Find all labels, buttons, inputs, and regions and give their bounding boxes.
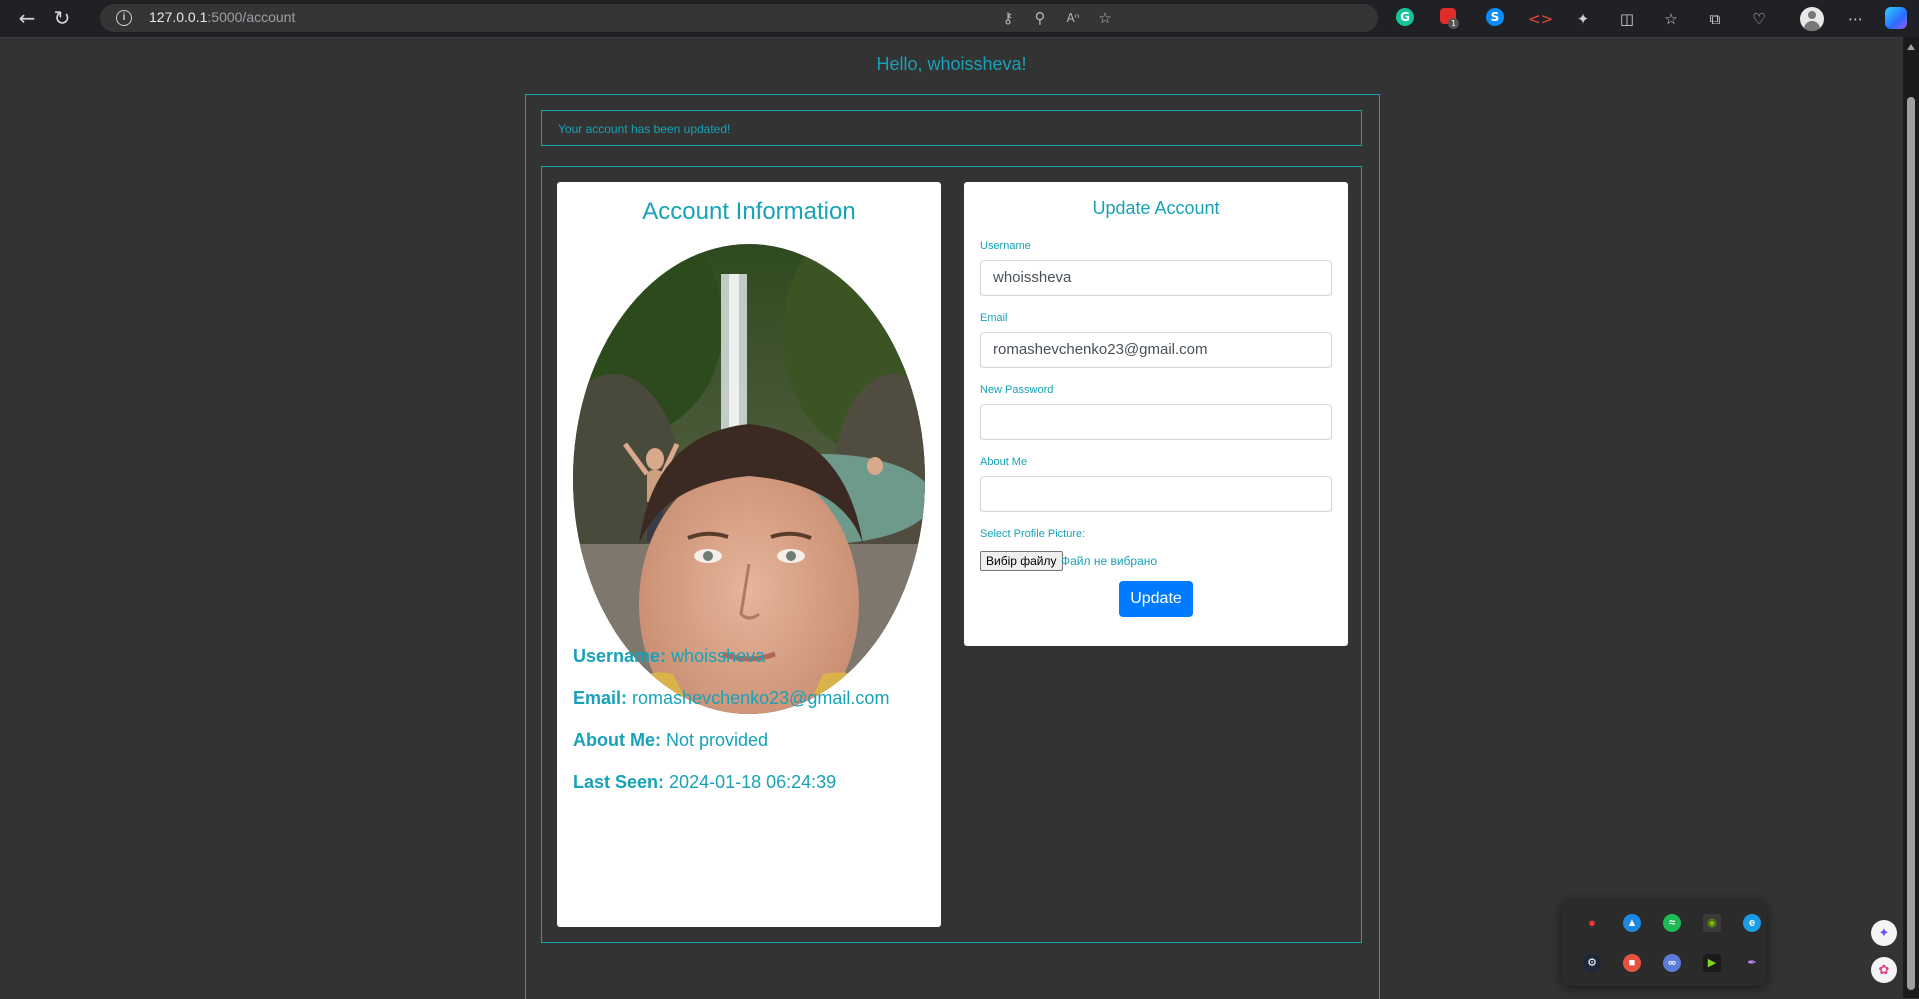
reload-icon[interactable]: ↻ [50,6,74,30]
url-text[interactable]: 127.0.0.1:5000/account [149,9,295,25]
address-bar[interactable]: i 127.0.0.1:5000/account ⚷ ⚲ Aⁿ ☆ [100,4,1378,32]
site-info-icon[interactable]: i [116,10,132,26]
adblock-icon[interactable]: 1 [1440,8,1459,29]
email-label: Email [980,312,1008,324]
info-username: Username: whoissheva [573,646,765,667]
profile-picture-label: Select Profile Picture: [980,528,1086,540]
split-screen-icon[interactable]: ◫ [1616,8,1638,30]
username-input[interactable]: whoissheva [980,260,1332,296]
copilot-icon[interactable] [1885,7,1907,29]
profile-picture [573,244,925,714]
username-label: Username [980,240,1031,252]
browser-toolbar: ← ↻ i 127.0.0.1:5000/account ⚷ ⚲ Aⁿ ☆ G … [0,0,1919,38]
email-input[interactable]: romashevchenko23@gmail.com [980,332,1332,368]
file-status: Файл не вибрано [1061,554,1158,568]
profile-photo [573,244,925,714]
favorite-icon[interactable]: ☆ [1095,8,1115,28]
account-info-card: Account Information Username: whoissheva… [557,182,941,927]
pen-icon[interactable]: ✒ [1743,954,1761,972]
chat-icon[interactable]: ∞ [1663,954,1681,972]
update-account-card: Update Account Username whoissheva Email… [964,182,1348,646]
page-scrollbar[interactable] [1903,37,1919,998]
info-last-seen-label: Last Seen: [573,772,665,792]
steam-icon[interactable]: ⚙ [1583,954,1601,972]
info-username-label: Username: [573,646,667,666]
assistant-icon[interactable]: ✿ [1871,957,1897,983]
favorites-icon[interactable]: ☆ [1660,8,1682,30]
update-account-title: Update Account [1092,198,1220,218]
info-about-label: About Me: [573,730,661,750]
read-aloud-icon[interactable]: Aⁿ [1063,8,1083,28]
info-email: Email: romashevchenko23@gmail.com [573,688,889,709]
app-icon[interactable]: ■ [1623,954,1641,972]
about-me-label: About Me [980,456,1028,468]
drive-icon[interactable]: ▲ [1623,914,1641,932]
choose-file-button[interactable]: Вибір файлу [980,551,1063,571]
key-icon[interactable]: ⚷ [998,8,1018,28]
info-last-seen: Last Seen: 2024-01-18 06:24:39 [573,772,836,793]
info-about: About Me: Not provided [573,730,768,751]
info-email-label: Email: [573,688,628,708]
extension-badge: 1 [1448,18,1459,29]
nvidia-icon[interactable]: ◉ [1703,914,1721,932]
scrollbar-thumb[interactable] [1907,97,1915,990]
info-username-value: whoissheva [671,646,766,666]
about-me-input[interactable] [980,476,1332,512]
info-email-value: romashevchenko23@gmail.com [632,688,890,708]
profile-icon[interactable] [1800,7,1824,31]
media-player-icon[interactable]: ▶ [1703,954,1721,972]
shazam-icon[interactable]: S [1486,8,1504,26]
success-alert: Your account has been updated! [541,110,1362,146]
translate-icon[interactable]: ✦ [1871,920,1897,946]
app-tray: ● ▲ ≈ ◉ e ⚙ ■ ∞ ▶ ✒ [1561,900,1767,986]
greeting: Hello, whoissheva! [876,54,1027,74]
info-last-seen-value: 2024-01-18 06:24:39 [669,772,837,792]
spotify-icon[interactable]: ≈ [1663,914,1681,932]
new-password-label: New Password [980,384,1054,396]
update-button[interactable]: Update [1119,581,1193,617]
collections-icon[interactable]: ⧉ [1704,8,1726,30]
zoom-out-icon[interactable]: ⚲ [1030,8,1050,28]
scroll-up-icon[interactable] [1907,44,1915,50]
voice-icon[interactable]: ● [1583,914,1601,932]
new-password-input[interactable] [980,404,1332,440]
devtools-icon[interactable]: <> [1528,8,1553,30]
back-icon[interactable]: ← [15,6,39,30]
browser-essentials-icon[interactable]: ♡ [1748,8,1770,30]
info-about-value: Not provided [666,730,769,750]
edge-icon[interactable]: e [1743,914,1761,932]
more-icon[interactable]: ⋯ [1845,8,1867,30]
grammarly-icon[interactable]: G [1396,8,1414,26]
extensions-icon[interactable]: ✦ [1572,8,1594,30]
account-info-title: Account Information [642,198,856,225]
